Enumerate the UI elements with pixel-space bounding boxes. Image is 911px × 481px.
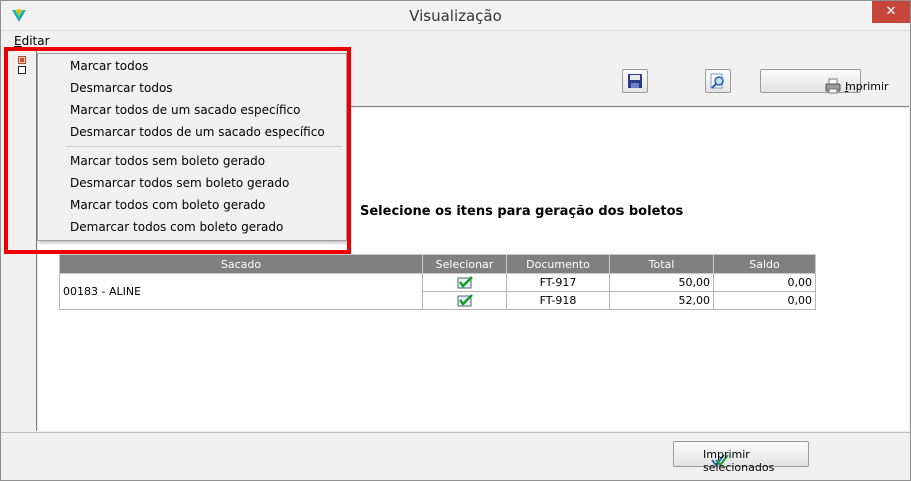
window-title: Visualização: [409, 7, 502, 25]
checkmark-icon[interactable]: [457, 276, 473, 289]
checkmark-icon[interactable]: [457, 294, 473, 307]
cell-saldo: 0,00: [713, 291, 816, 310]
menu-item-demarcar-com-boleto[interactable]: Demarcar todos com boleto gerado: [70, 220, 283, 234]
col-header-selecionar: Selecionar: [422, 254, 507, 274]
section-heading: Selecione os itens para geração dos bole…: [360, 204, 684, 219]
menu-item-desmarcar-sacado[interactable]: Desmarcar todos de um sacado específico: [70, 125, 325, 139]
menu-editar-label: ditar: [21, 34, 50, 48]
save-button[interactable]: [622, 69, 648, 93]
menu-item-desmarcar-todos[interactable]: Desmarcar todos: [70, 81, 173, 95]
menu-item-marcar-sem-boleto[interactable]: Marcar todos sem boleto gerado: [70, 154, 265, 168]
visualizacao-window: Visualização ✕ Editar I mprimir Selecion…: [0, 0, 911, 481]
print-button[interactable]: Imprimir: [760, 69, 889, 94]
table-header-row: Sacado Selecionar Documento Total Saldo: [59, 254, 816, 274]
menu-bar: Editar: [1, 31, 910, 51]
print-selected-label: Imprimir selecionados: [703, 448, 775, 474]
print-selected-button[interactable]: Imprimir selecionados: [673, 441, 809, 474]
partial-checkbox[interactable]: [18, 56, 26, 64]
col-header-total: Total: [609, 254, 714, 274]
menu-item-marcar-todos[interactable]: Marcar todos: [70, 59, 148, 73]
cell-selecionar[interactable]: [422, 273, 507, 292]
selection-context-menu: Marcar todos Desmarcar todos Marcar todo…: [37, 53, 347, 241]
menu-separator: [66, 146, 342, 147]
cell-saldo: 0,00: [713, 273, 816, 292]
menu-editar-mnemonic: E: [14, 34, 22, 48]
bottom-bar: Imprimir selecionados: [1, 432, 910, 480]
col-header-saldo: Saldo: [713, 254, 816, 274]
menu-item-desmarcar-sem-boleto[interactable]: Desmarcar todos sem boleto gerado: [70, 176, 289, 190]
cell-total: 50,00: [609, 273, 714, 292]
left-selection-strip: [1, 51, 37, 431]
preview-button[interactable]: [705, 69, 731, 93]
table-row: 00183 - ALINE FT-917 50,00 0,00: [59, 273, 816, 310]
cell-documento: FT-918: [506, 291, 610, 310]
print-label: mprimir: [845, 80, 889, 93]
cell-total: 52,00: [609, 291, 714, 310]
empty-checkbox[interactable]: [18, 66, 26, 74]
cell-selecionar[interactable]: [422, 291, 507, 310]
close-icon: ✕: [885, 4, 897, 19]
boletos-table: Sacado Selecionar Documento Total Saldo …: [59, 254, 816, 310]
cell-documento: FT-917: [506, 273, 610, 292]
col-header-sacado: Sacado: [59, 254, 423, 274]
col-header-documento: Documento: [506, 254, 610, 274]
close-button[interactable]: ✕: [872, 1, 910, 23]
menu-editar[interactable]: Editar: [14, 34, 50, 48]
title-bar: Visualização ✕: [1, 1, 910, 31]
cell-sacado: 00183 - ALINE: [59, 273, 423, 310]
menu-item-marcar-com-boleto[interactable]: Marcar todos com boleto gerado: [70, 198, 265, 212]
menu-item-marcar-sacado[interactable]: Marcar todos de um sacado específico: [70, 103, 300, 117]
